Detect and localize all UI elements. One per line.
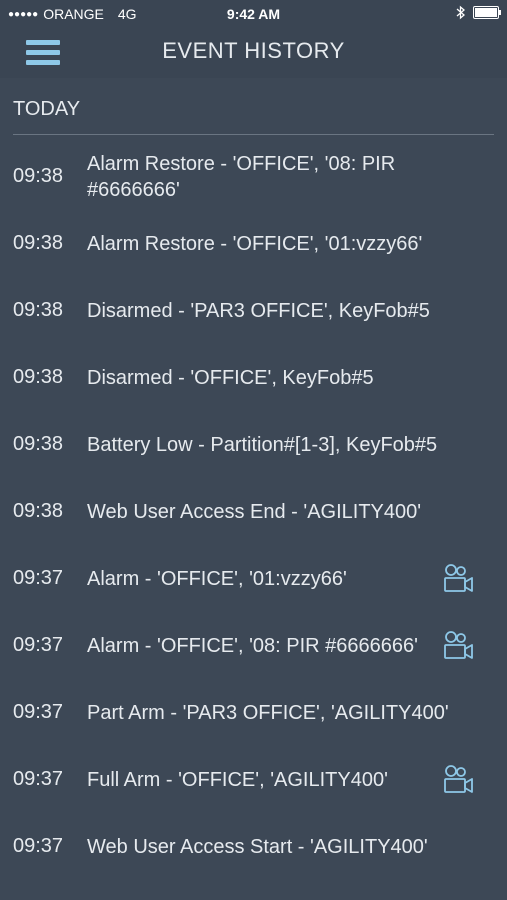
event-time: 09:37 — [13, 634, 64, 656]
video-camera-icon[interactable] — [442, 630, 474, 662]
event-history-list[interactable]: TODAY 09:38 Alarm Restore - 'OFFICE', '08… — [0, 78, 507, 900]
event-description: Part Arm - 'PAR3 OFFICE', 'AGILITY400' — [87, 701, 449, 724]
bluetooth-icon — [456, 5, 465, 20]
page-title: EVENT HISTORY — [162, 38, 345, 63]
event-row[interactable]: 09:38 Battery Low - Partition#[1-3], KeyF… — [0, 411, 507, 478]
event-description: Disarmed - 'PAR3 OFFICE', KeyFob#5 — [87, 299, 430, 322]
event-row[interactable]: 09:38 Disarmed - 'OFFICE', KeyFob#5 — [0, 344, 507, 411]
event-time: 09:38 — [13, 366, 64, 388]
event-row[interactable]: 09:37 Part Arm - 'PAR3 OFFICE', 'AGILITY4… — [0, 679, 507, 746]
event-row[interactable]: 09:37 Alarm - 'OFFICE', '01:vzzy66' — [0, 545, 507, 612]
event-row[interactable]: 09:37 Alarm - 'OFFICE', '08: PIR #6666666… — [0, 612, 507, 679]
event-time: 09:37 — [13, 768, 64, 790]
event-time: 09:38 — [13, 299, 64, 321]
event-time: 09:38 — [13, 500, 64, 522]
event-time: 09:38 — [13, 433, 64, 455]
event-description: Alarm - 'OFFICE', '08: PIR #6666666' — [87, 634, 418, 657]
section-header-today: TODAY — [13, 98, 81, 120]
event-row[interactable]: 09:38 Web User Access End - 'AGILITY400' — [0, 478, 507, 545]
event-description: Web User Access Start - 'AGILITY400' — [87, 835, 428, 858]
event-row[interactable]: 09:37 Full Arm - 'OFFICE', 'AGILITY400' — [0, 746, 507, 813]
event-description: Full Arm - 'OFFICE', 'AGILITY400' — [87, 768, 388, 791]
event-time: 09:38 — [13, 232, 64, 254]
status-right — [456, 5, 501, 20]
event-time: 09:37 — [13, 567, 64, 589]
event-row[interactable]: 09:37 Web User Access Start - 'AGILITY400… — [0, 813, 507, 880]
app-header: EVENT HISTORY — [0, 28, 507, 78]
event-description: Disarmed - 'OFFICE', KeyFob#5 — [87, 366, 374, 389]
event-description: Web User Access End - 'AGILITY400' — [87, 500, 422, 523]
event-description: Battery Low - Partition#[1-3], KeyFob#5 — [87, 433, 438, 456]
event-description: Alarm Restore - 'OFFICE', '08: PIR #6666… — [87, 152, 396, 201]
event-row[interactable]: 09:38 Disarmed - 'PAR3 OFFICE', KeyFob#5 — [0, 277, 507, 344]
section-divider — [13, 134, 494, 135]
status-time: 9:42 AM — [226, 6, 281, 22]
event-time: 09:37 — [13, 835, 64, 857]
event-time: 09:38 — [13, 165, 64, 187]
event-time: 09:37 — [13, 701, 64, 723]
video-camera-icon[interactable] — [442, 563, 474, 595]
event-row[interactable]: 09:38 Alarm Restore - 'OFFICE', '01:vzzy6… — [0, 210, 507, 277]
status-bar: ●●●●● ORANGE 4G 9:42 AM — [0, 0, 507, 28]
event-description: Alarm - 'OFFICE', '01:vzzy66' — [87, 567, 347, 590]
event-description: Alarm Restore - 'OFFICE', '01:vzzy66' — [87, 232, 423, 255]
video-camera-icon[interactable] — [442, 764, 474, 796]
battery-icon — [473, 6, 501, 19]
event-list: 09:38 Alarm Restore - 'OFFICE', '08: PIR … — [0, 143, 507, 880]
event-row[interactable]: 09:38 Alarm Restore - 'OFFICE', '08: PIR … — [0, 143, 507, 210]
